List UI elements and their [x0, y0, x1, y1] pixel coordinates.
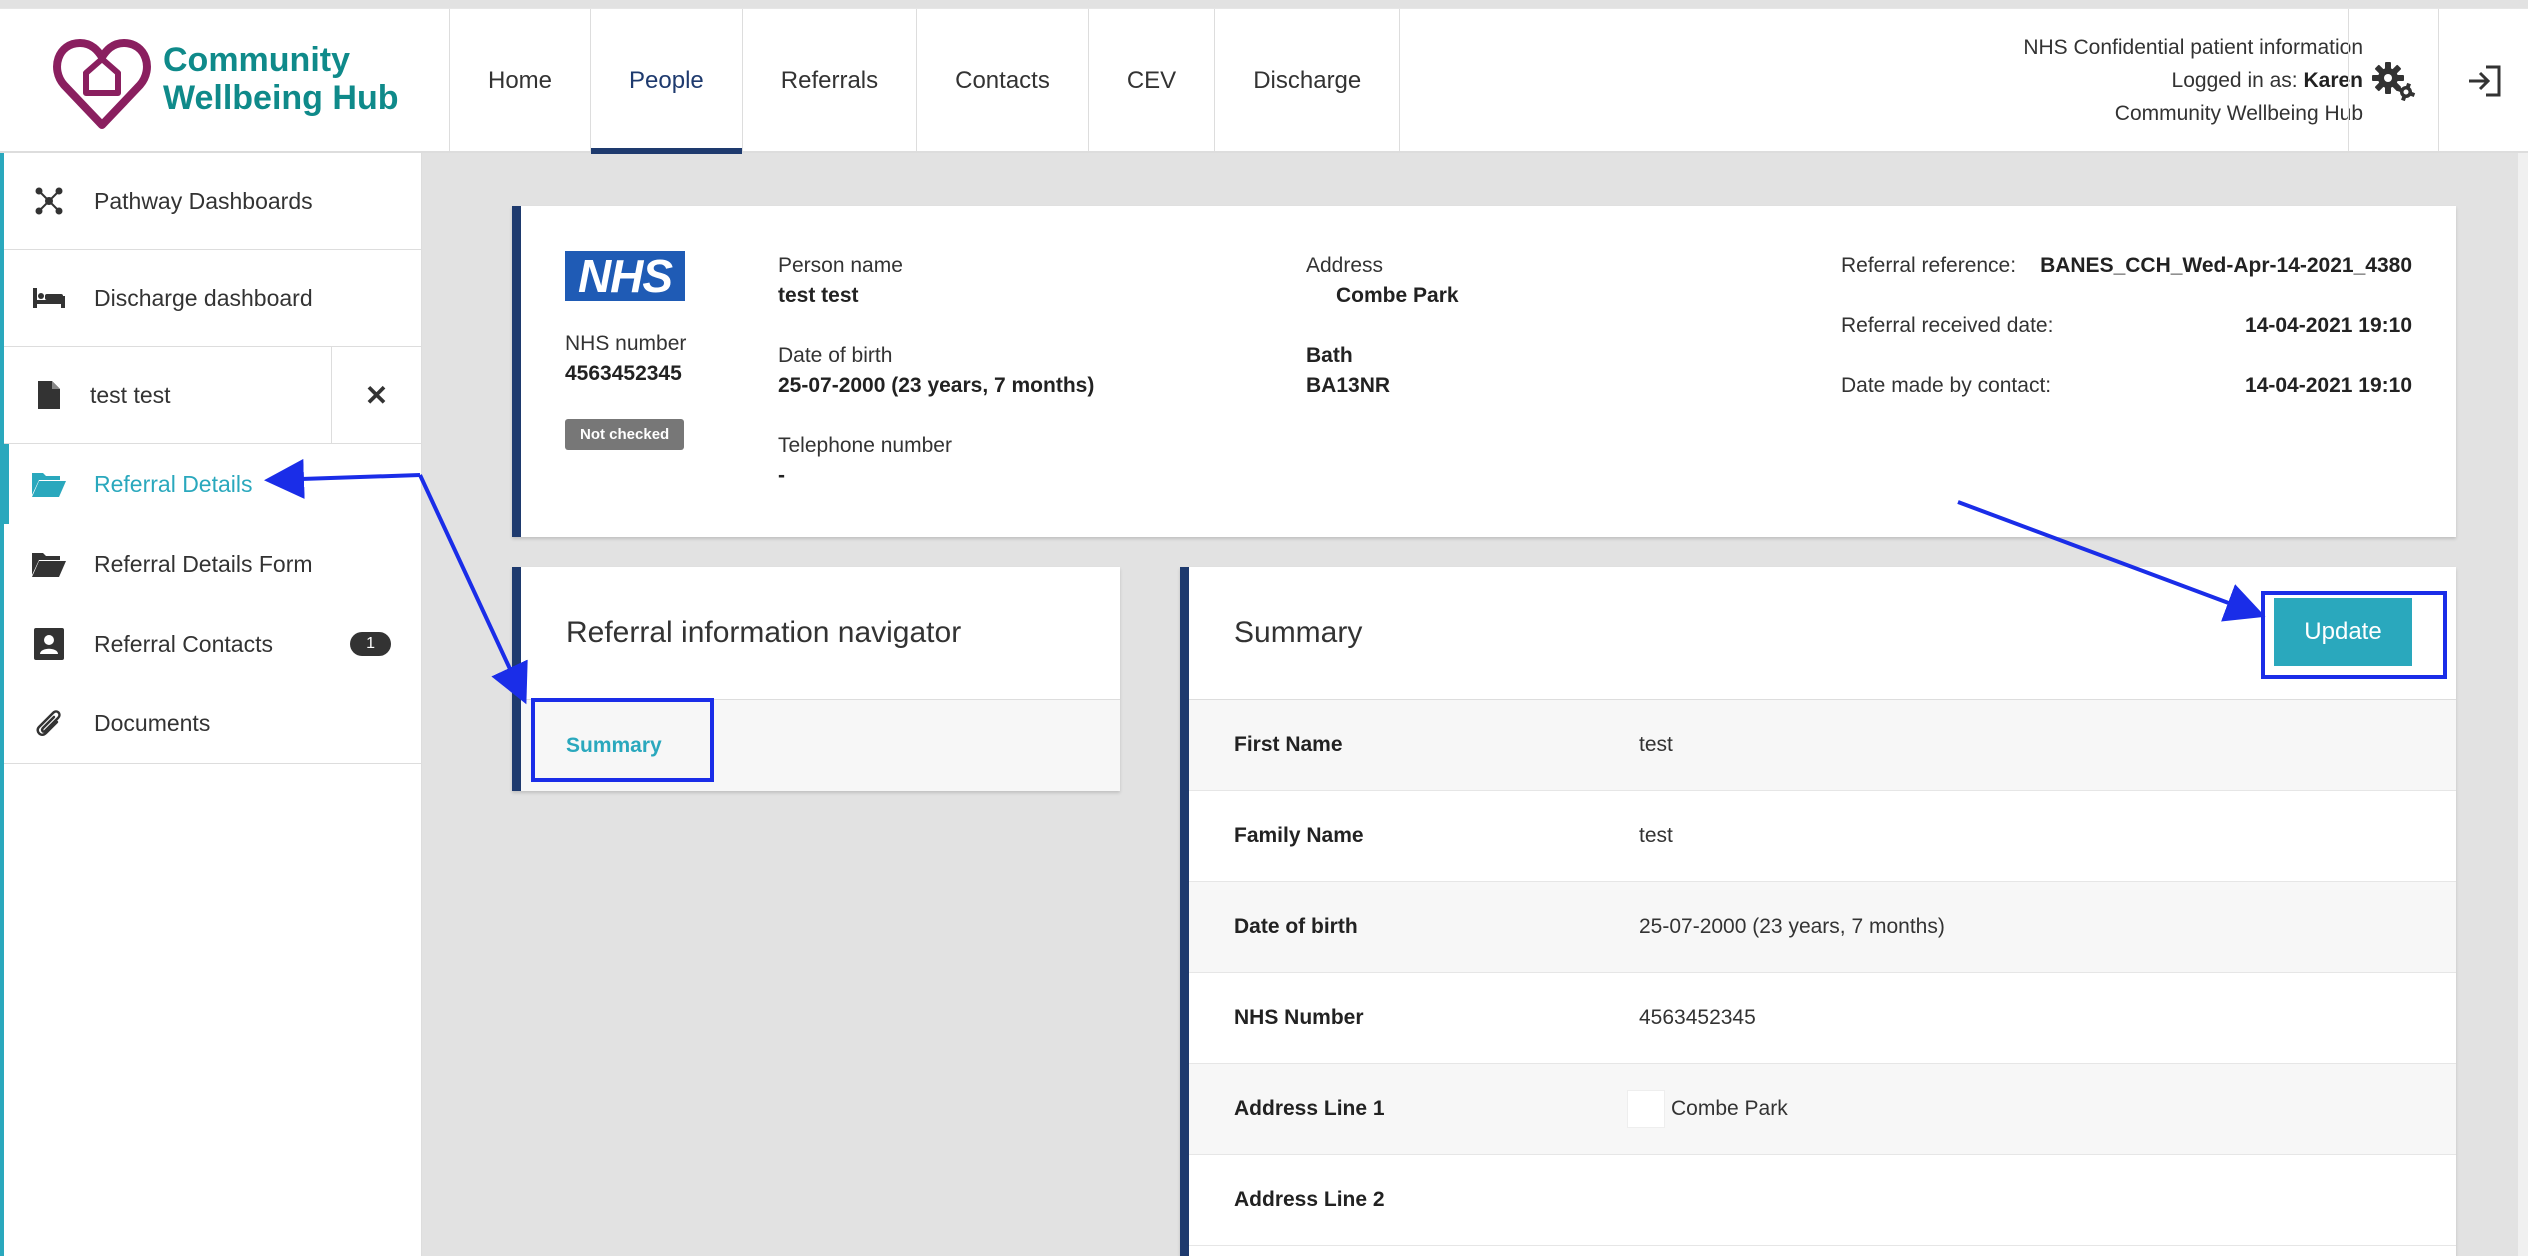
sidebar-item-discharge-dashboard[interactable]: Discharge dashboard: [4, 250, 421, 347]
navigator-summary-link[interactable]: Summary: [566, 734, 662, 758]
referral-reference-value: BANES_CCH_Wed-Apr-14-2021_4380: [2040, 254, 2412, 277]
sidebar-item-label: Referral Contacts: [94, 630, 273, 657]
row-key: Date of birth: [1234, 915, 1358, 938]
contacts-count-badge: 1: [350, 632, 391, 656]
row-key: Address Line 1: [1234, 1097, 1385, 1120]
arrow-to-summary-link: [418, 474, 528, 705]
row-value: test: [1639, 824, 1673, 847]
sign-out-button[interactable]: [2438, 9, 2528, 152]
tab-referrals[interactable]: Referrals: [743, 9, 918, 152]
close-person-button[interactable]: ✕: [331, 346, 421, 444]
sidebar-item-referral-details[interactable]: Referral Details: [0, 444, 421, 524]
date-made-by-contact-label: Date made by contact:: [1841, 374, 2052, 397]
paperclip-icon: [4, 709, 94, 739]
tab-contacts[interactable]: Contacts: [917, 9, 1089, 152]
row-value: 4563452345: [1639, 1006, 1756, 1029]
referral-navigator: Referral information navigator Summary: [512, 567, 1120, 791]
folder-open-icon: [4, 551, 94, 577]
sidebar-item-documents[interactable]: Documents: [4, 684, 421, 764]
summary-panel: Summary Update First Name test Family Na…: [1180, 567, 2456, 1256]
summary-header: Summary Update: [1189, 567, 2456, 700]
referral-received-value: 14-04-2021 19:10: [2245, 314, 2412, 337]
logged-in-prefix: Logged in as:: [2171, 69, 2304, 92]
file-icon: [4, 381, 94, 409]
row-value: Combe Park: [1627, 1090, 1788, 1128]
address-label: Address: [1306, 254, 1384, 277]
nhs-number-value: 4563452345: [565, 362, 682, 385]
app-header: Community Wellbeing Hub Home People Refe…: [0, 8, 2528, 154]
logged-in-as: Logged in as: Karen: [2023, 64, 2363, 97]
dob-value: 25-07-2000 (23 years, 7 months): [778, 374, 1095, 397]
sign-out-icon: [2468, 65, 2500, 96]
gears-icon: [2371, 61, 2415, 101]
table-row: Address Line 1 Combe Park: [1189, 1064, 2456, 1155]
referral-reference-label: Referral reference:: [1841, 254, 2017, 277]
summary-table: First Name test Family Name test Date of…: [1189, 700, 2456, 1246]
row-value: 25-07-2000 (23 years, 7 months): [1639, 915, 1945, 938]
main-nav: Home People Referrals Contacts CEV Disch…: [450, 9, 1401, 154]
heart-house-icon: [53, 39, 151, 129]
sidebar-person-name: test test: [90, 381, 171, 408]
address-postcode-value: BA13NR: [1306, 374, 1391, 397]
table-row: NHS Number 4563452345: [1189, 973, 2456, 1064]
telephone-value: -: [778, 464, 785, 487]
navigator-body: Summary: [521, 700, 1120, 791]
contact-card-icon: [4, 628, 94, 660]
folder-open-icon: [4, 471, 94, 497]
status-badge: Not checked: [565, 419, 685, 450]
row-key: NHS Number: [1234, 1006, 1364, 1029]
tab-cev[interactable]: CEV: [1089, 9, 1216, 152]
sidebar: Pathway Dashboards Discharge dashboard t…: [0, 153, 422, 1256]
sidebar-item-label: Discharge dashboard: [94, 284, 313, 311]
patient-banner: NHS NHS number 4563452345 Not checked Pe…: [512, 206, 2456, 537]
settings-button[interactable]: [2348, 9, 2438, 152]
address-line1-value: Combe Park: [1336, 284, 1459, 307]
table-row: Family Name test: [1189, 791, 2456, 882]
sidebar-item-person[interactable]: test test ✕: [4, 346, 421, 444]
summary-title: Summary: [1234, 616, 1363, 649]
sidebar-item-pathway-dashboards[interactable]: Pathway Dashboards: [4, 153, 421, 250]
bed-icon: [4, 286, 94, 310]
row-value-text: Combe Park: [1671, 1097, 1788, 1120]
organisation-name: Community Wellbeing Hub: [2114, 102, 2363, 125]
brand-name: Community Wellbeing Hub: [163, 41, 398, 117]
row-key: Family Name: [1234, 824, 1364, 847]
person-name-label: Person name: [778, 254, 903, 277]
brand-line1: Community: [163, 41, 350, 79]
address-city-value: Bath: [1306, 344, 1353, 367]
person-name-value: test test: [778, 284, 859, 307]
table-row: Address Line 2: [1189, 1155, 2456, 1246]
sidebar-item-referral-details-form[interactable]: Referral Details Form: [4, 524, 421, 604]
update-button[interactable]: Update: [2274, 598, 2412, 666]
telephone-label: Telephone number: [778, 434, 952, 457]
referral-received-label: Referral received date:: [1841, 314, 2054, 337]
tab-home[interactable]: Home: [450, 9, 592, 152]
sidebar-item-label: Pathway Dashboards: [94, 187, 313, 214]
close-icon: ✕: [364, 379, 389, 411]
sidebar-item-label: Documents: [94, 710, 211, 736]
user-info: NHS Confidential patient information Log…: [2023, 31, 2363, 130]
brand[interactable]: Community Wellbeing Hub: [0, 9, 450, 152]
nhs-logo: NHS: [565, 251, 685, 301]
row-value: test: [1639, 733, 1673, 756]
page-scrollbar[interactable]: [2518, 153, 2528, 1256]
row-key: Address Line 2: [1234, 1188, 1385, 1211]
table-row: Date of birth 25-07-2000 (23 years, 7 mo…: [1189, 882, 2456, 973]
confidential-notice: NHS Confidential patient information: [2023, 36, 2363, 59]
tab-people[interactable]: People: [591, 9, 743, 154]
sidebar-item-label: Referral Details Form: [94, 550, 313, 577]
sidebar-item-label: Referral Details: [94, 470, 253, 497]
brand-line2: Wellbeing Hub: [163, 79, 399, 117]
network-icon: [4, 186, 94, 216]
date-made-by-contact-value: 14-04-2021 19:10: [2245, 374, 2412, 397]
row-key: First Name: [1234, 733, 1343, 756]
address-swatch: [1627, 1090, 1665, 1128]
nhs-number-label: NHS number: [565, 332, 687, 355]
dob-label: Date of birth: [778, 344, 893, 367]
navigator-title: Referral information navigator: [521, 567, 1120, 700]
table-row: First Name test: [1189, 700, 2456, 791]
tab-discharge[interactable]: Discharge: [1215, 9, 1401, 152]
sidebar-item-referral-contacts[interactable]: Referral Contacts 1: [4, 604, 421, 684]
